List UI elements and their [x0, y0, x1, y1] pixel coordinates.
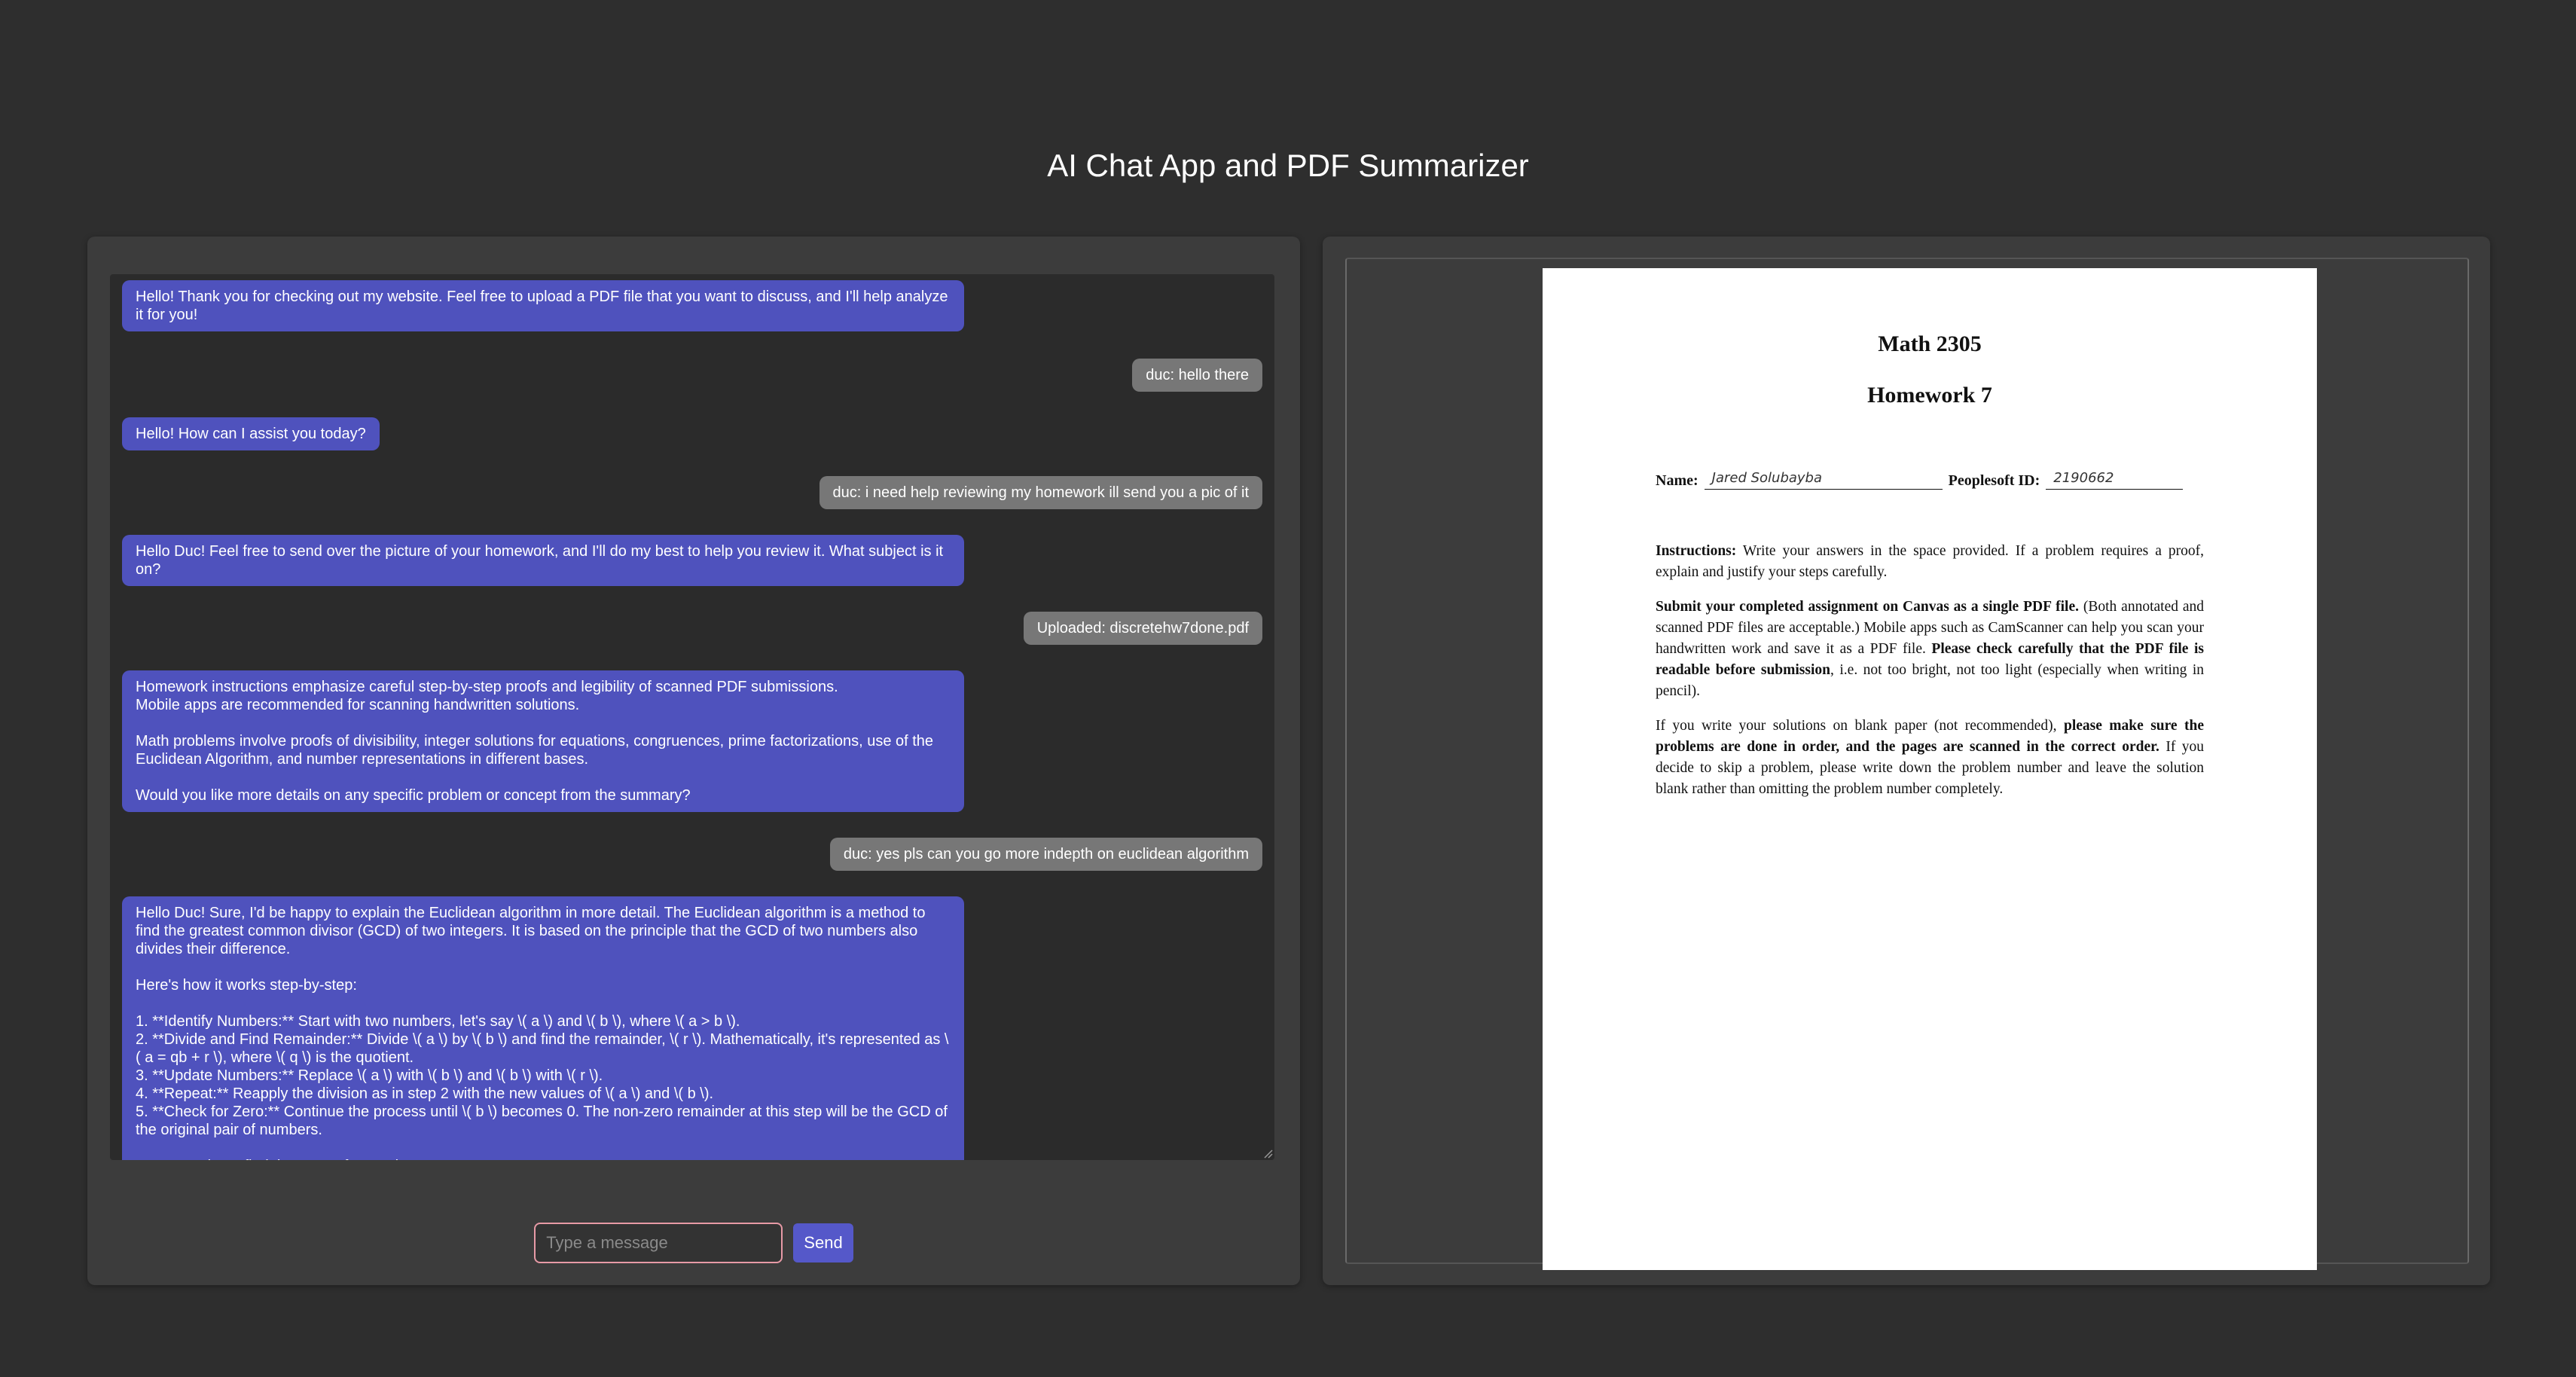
bot-message: Hello! How can I assist you today? — [122, 417, 380, 450]
message-input[interactable] — [534, 1223, 783, 1263]
chat-message-row: Hello! Thank you for checking out my web… — [110, 280, 1274, 331]
doc-instructions: Instructions: Write your answers in the … — [1656, 541, 2204, 583]
chat-panel: Hello! Thank you for checking out my web… — [87, 237, 1300, 1285]
blank-text: If you write your solutions on blank pap… — [1656, 718, 2064, 734]
chat-message-row: Hello! How can I assist you today? — [110, 417, 1274, 450]
message-composer: Send — [87, 1222, 1300, 1264]
pdf-viewer-frame[interactable]: Math 2305 Homework 7 Name: Jared Solubay… — [1345, 258, 2469, 1270]
submission-bold: Submit your completed assignment on Canv… — [1656, 599, 2079, 615]
page-title: AI Chat App and PDF Summarizer — [1047, 148, 1529, 183]
name-label: Name: — [1656, 472, 1699, 489]
bot-message: Hello Duc! Sure, I'd be happy to explain… — [122, 896, 964, 1160]
chat-message-row: duc: hello there — [110, 359, 1274, 392]
instructions-text: Write your answers in the space provided… — [1656, 543, 2204, 580]
chat-message-row: Hello Duc! Feel free to send over the pi… — [110, 535, 1274, 586]
send-button[interactable]: Send — [793, 1223, 853, 1263]
chat-message-row: duc: yes pls can you go more indepth on … — [110, 838, 1274, 871]
resize-grip-icon[interactable] — [1262, 1148, 1273, 1159]
pdf-viewer-panel: Math 2305 Homework 7 Name: Jared Solubay… — [1323, 237, 2490, 1285]
doc-blank-paper-note: If you write your solutions on blank pap… — [1656, 716, 2204, 800]
chat-message-row: Hello Duc! Sure, I'd be happy to explain… — [110, 896, 1274, 1160]
pdf-page: Math 2305 Homework 7 Name: Jared Solubay… — [1543, 268, 2317, 1270]
chat-message-row: Homework instructions emphasize careful … — [110, 670, 1274, 812]
bot-message: Homework instructions emphasize careful … — [122, 670, 964, 812]
name-value: Jared Solubayba — [1704, 470, 1943, 490]
id-label: Peoplesoft ID: — [1948, 472, 2040, 489]
doc-homework-title: Homework 7 — [1867, 383, 1992, 408]
id-value: 2190662 — [2046, 470, 2184, 490]
user-message: duc: i need help reviewing my homework i… — [819, 476, 1262, 509]
doc-student-fields: Name: Jared Solubayba Peoplesoft ID: 219… — [1656, 470, 2205, 490]
chat-message-row: Uploaded: discretehw7done.pdf — [110, 612, 1274, 645]
user-message: duc: hello there — [1132, 359, 1262, 392]
chat-log[interactable]: Hello! Thank you for checking out my web… — [110, 274, 1274, 1160]
doc-course-title: Math 2305 — [1878, 331, 1982, 356]
doc-submission-note: Submit your completed assignment on Canv… — [1656, 597, 2204, 702]
user-message: duc: yes pls can you go more indepth on … — [829, 838, 1262, 871]
instructions-heading: Instructions: — [1656, 543, 1737, 559]
chat-message-row: duc: i need help reviewing my homework i… — [110, 476, 1274, 509]
bot-message: Hello Duc! Feel free to send over the pi… — [122, 535, 964, 586]
user-message: Uploaded: discretehw7done.pdf — [1023, 612, 1262, 645]
bot-message: Hello! Thank you for checking out my web… — [122, 280, 964, 331]
